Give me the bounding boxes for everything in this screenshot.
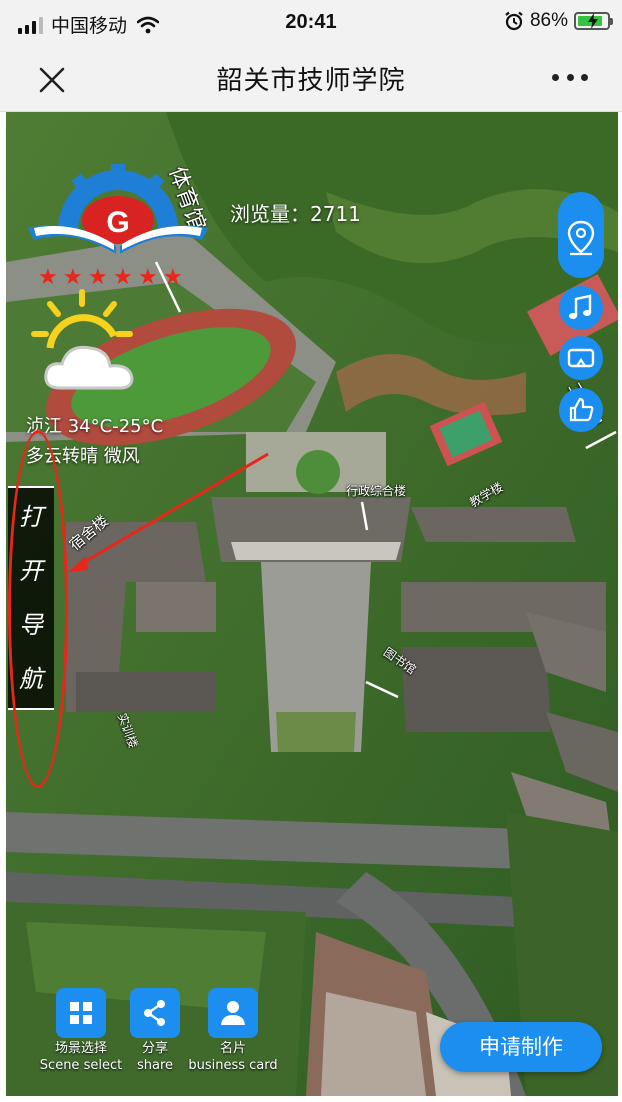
svg-text:★: ★ <box>113 265 133 288</box>
svg-text:★: ★ <box>38 265 58 288</box>
share-icon <box>144 1000 165 1026</box>
business-card-text: 名片 <box>219 1041 246 1056</box>
partly-cloudy-icon <box>31 289 134 390</box>
open-nav-char: 打 <box>19 503 43 531</box>
page-title: 韶关市技师学院 <box>216 66 406 96</box>
more-icon[interactable] <box>552 70 588 84</box>
music-note-icon <box>569 294 592 319</box>
svg-text:G: G <box>106 206 129 239</box>
vr-glasses-icon <box>567 348 595 368</box>
svg-text:★: ★ <box>163 265 183 288</box>
status-bar: 中国移动 20:41 86% <box>0 0 622 46</box>
thumbs-up-icon <box>569 397 594 422</box>
share-button[interactable] <box>130 988 180 1038</box>
business-card-button[interactable] <box>208 988 258 1038</box>
building-label: 行政综合楼 <box>346 484 407 498</box>
business-card-subtext: business card <box>188 1058 278 1073</box>
status-right: 86% <box>504 10 613 32</box>
vr-button[interactable] <box>559 336 603 380</box>
svg-text:★: ★ <box>138 265 158 288</box>
views-counter: 浏览量：2711 <box>230 198 361 227</box>
nav-bar: 韶关市技师学院 <box>0 46 622 112</box>
apply-create-button[interactable]: 申请制作 <box>440 1022 602 1072</box>
like-button[interactable] <box>559 388 603 432</box>
school-logo: G ★ ★ ★ ★ ★ ★ <box>28 164 208 288</box>
open-nav-char: 航 <box>19 665 43 693</box>
open-nav-char: 导 <box>19 611 43 639</box>
location-pin-icon <box>567 220 595 256</box>
open-navigation-button[interactable]: 打 开 导 航 <box>8 486 54 710</box>
views-count: 2711 <box>310 202 361 226</box>
weather-description: 多云转晴 微风 <box>26 446 140 467</box>
weather-temperature: 浈江 34°C-25°C <box>26 416 164 437</box>
charging-bolt-icon <box>588 13 598 29</box>
svg-text:★: ★ <box>63 265 83 288</box>
scene-select-button[interactable] <box>56 988 106 1038</box>
location-button[interactable] <box>558 192 604 278</box>
alarm-icon <box>505 11 523 31</box>
grid-icon <box>70 1002 92 1024</box>
battery-icon <box>574 12 613 30</box>
battery-percent: 86% <box>529 10 568 31</box>
music-button[interactable] <box>559 286 603 330</box>
person-icon <box>221 1001 245 1025</box>
views-label: 浏览量： <box>230 202 310 226</box>
panorama-view[interactable]: 行政综合楼 教学楼 图书馆 宿舍楼 体育馆 工业园 实训楼 浏览量：2711 G… <box>6 112 618 1096</box>
business-card-label: 名片 business card <box>173 1040 293 1074</box>
svg-text:★: ★ <box>88 265 108 288</box>
open-nav-char: 开 <box>19 557 43 585</box>
